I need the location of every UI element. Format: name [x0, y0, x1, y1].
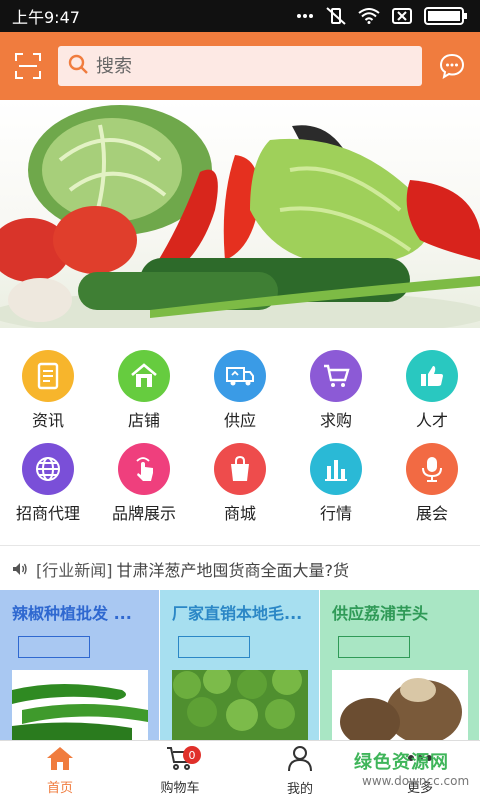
product-cards: 辣椒种植批发 ... 厂家直销本地毛... 供应荔浦芋头 — [0, 590, 480, 740]
grid-item-talent[interactable]: 人才 — [384, 340, 480, 433]
product-image-peppers — [12, 670, 148, 740]
no-sim-icon — [392, 8, 412, 24]
tap-icon — [118, 443, 170, 495]
grid-label-mall: 商城 — [223, 504, 256, 523]
product-card-button[interactable] — [178, 636, 250, 658]
grid-item-news[interactable]: 资讯 — [0, 340, 96, 433]
news-ticker[interactable]: [行业新闻] 甘肃洋葱产地囤货商全面大量?货 — [0, 550, 480, 588]
news-text[interactable]: 甘肃洋葱产地囤货商全面大量?货 — [117, 557, 350, 581]
grid-label-news: 资讯 — [31, 411, 64, 430]
category-grid: 资讯 店铺 供应 求购 人才 招商代理 品牌展示 商城 行情 展会 — [0, 340, 480, 530]
news-tag: [行业新闻] — [36, 561, 113, 580]
banner-image[interactable] — [0, 100, 480, 328]
product-card-button[interactable] — [18, 636, 90, 658]
status-bar: 上午9:47 — [0, 0, 480, 32]
product-image-celery — [172, 670, 308, 740]
home-icon — [45, 745, 75, 775]
product-card-pepper[interactable]: 辣椒种植批发 ... — [0, 590, 160, 740]
vibrate-mute-icon — [326, 7, 346, 25]
scan-icon[interactable] — [12, 50, 44, 82]
grid-item-agency[interactable]: 招商代理 — [0, 433, 96, 526]
more-dots-icon — [296, 12, 314, 20]
status-icons — [296, 7, 468, 25]
user-icon — [286, 744, 314, 776]
bottom-nav: 首页 0 购物车 我的 更多 — [0, 740, 480, 800]
grid-label-exhibition: 展会 — [415, 504, 448, 523]
search-input[interactable] — [96, 55, 412, 77]
message-icon[interactable] — [436, 50, 468, 82]
product-card-button[interactable] — [338, 636, 410, 658]
globe-icon — [22, 443, 74, 495]
nav-label-home: 首页 — [46, 781, 73, 796]
divider — [0, 545, 480, 546]
nav-label-profile: 我的 — [286, 782, 313, 797]
nav-home[interactable]: 首页 — [0, 741, 120, 800]
grid-item-exhibition[interactable]: 展会 — [384, 433, 480, 526]
battery-icon — [424, 7, 468, 25]
product-image-taro — [332, 670, 468, 740]
grid-label-brand: 品牌展示 — [111, 504, 176, 523]
nav-cart[interactable]: 0 购物车 — [120, 741, 240, 800]
grid-item-purchase[interactable]: 求购 — [288, 340, 384, 433]
nav-more[interactable]: 更多 — [360, 741, 480, 800]
grid-label-talent: 人才 — [415, 411, 448, 430]
truck-icon — [214, 350, 266, 402]
bag-icon — [214, 443, 266, 495]
nav-label-cart: 购物车 — [160, 781, 200, 796]
cart-badge: 0 — [183, 746, 201, 764]
nav-label-more: 更多 — [406, 781, 433, 796]
grid-label-market: 行情 — [319, 504, 352, 523]
grid-item-market[interactable]: 行情 — [288, 433, 384, 526]
product-card-title: 厂家直销本地毛... — [172, 604, 303, 623]
more-icon — [405, 745, 435, 775]
speaker-icon — [12, 562, 28, 576]
grid-item-supply[interactable]: 供应 — [192, 340, 288, 433]
grid-label-agency: 招商代理 — [15, 504, 80, 523]
shop-icon — [118, 350, 170, 402]
grid-item-brand[interactable]: 品牌展示 — [96, 433, 192, 526]
search-icon — [68, 54, 88, 78]
product-card-celery[interactable]: 厂家直销本地毛... — [160, 590, 320, 740]
product-card-taro[interactable]: 供应荔浦芋头 — [320, 590, 480, 740]
cart-icon — [310, 350, 362, 402]
nav-profile[interactable]: 我的 — [240, 741, 360, 800]
search-box[interactable] — [58, 46, 422, 86]
product-card-title: 供应荔浦芋头 — [332, 604, 429, 623]
microphone-icon — [406, 443, 458, 495]
grid-label-supply: 供应 — [223, 411, 256, 430]
grid-item-shop[interactable]: 店铺 — [96, 340, 192, 433]
document-icon — [22, 350, 74, 402]
wifi-icon — [358, 8, 380, 24]
bar-chart-icon — [310, 443, 362, 495]
status-time: 上午9:47 — [12, 8, 80, 27]
product-card-title: 辣椒种植批发 ... — [12, 604, 132, 623]
thumbs-up-icon — [406, 350, 458, 402]
grid-label-shop: 店铺 — [127, 411, 160, 430]
grid-item-mall[interactable]: 商城 — [192, 433, 288, 526]
header — [0, 32, 480, 100]
grid-label-purchase: 求购 — [319, 411, 352, 430]
